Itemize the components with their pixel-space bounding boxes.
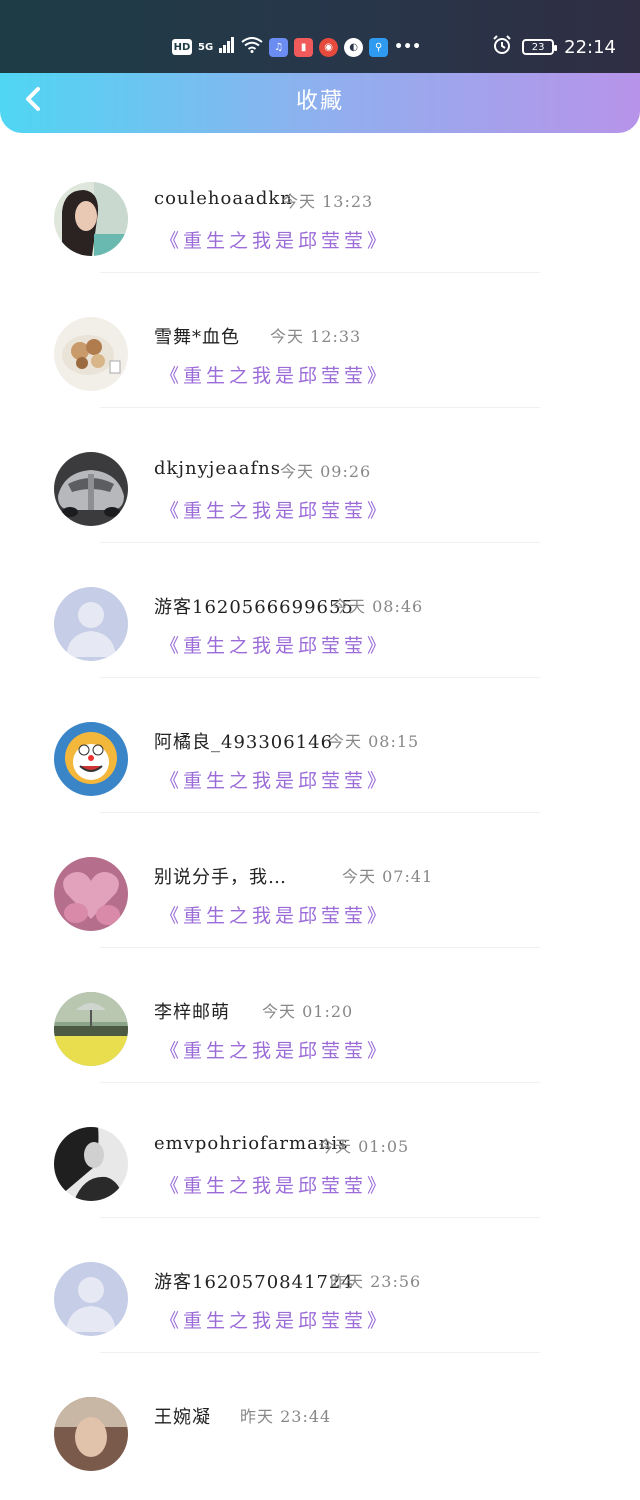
favorite-time: 今天 09:26 [280,462,372,481]
divider [100,272,540,273]
status-right: 23 22:14 [492,35,616,59]
wifi-icon [241,37,263,57]
user-name: dkjnyjeaafns [154,458,281,479]
avatar[interactable] [54,452,128,526]
hd-icon: HD [172,39,192,55]
list-item[interactable]: dkjnyjeaafns 今天 09:26 《重生之我是邱莹莹》 [0,420,640,555]
book-title-link[interactable]: 《重生之我是邱莹莹》 [160,766,390,793]
book-title-link[interactable]: 《重生之我是邱莹莹》 [160,226,390,253]
favorite-time: 今天 13:23 [282,192,374,211]
page-title: 收藏 [295,89,344,114]
list-item[interactable]: 别说分手，我… 今天 07:41 《重生之我是邱莹莹》 [0,825,640,960]
favorite-time: 今天 01:20 [262,1002,354,1021]
user-name: 游客1620566699655 [154,597,354,618]
list-item[interactable]: 雪舞*血色 今天 12:33 《重生之我是邱莹莹》 [0,285,640,420]
divider [100,1352,540,1353]
book-icon: ▮ [294,37,314,57]
network-type: 5G [198,41,214,53]
divider [100,812,540,813]
divider [100,677,540,678]
list-item[interactable]: 阿橘良_493306146 今天 08:15 《重生之我是邱莹莹》 [0,690,640,825]
avatar[interactable] [54,1127,128,1201]
user-name: 别说分手，我… [154,867,287,888]
divider [100,1217,540,1218]
nav-bar: 收藏 [0,73,640,133]
list-item[interactable]: 游客1620570841724 昨天 23:56 《重生之我是邱莹莹》 [0,1230,640,1365]
status-bar: HD 5G ♫ ▮ ◉ ◐ ⚲ ••• 23 22:14 [0,0,640,73]
book-title-link[interactable]: 《重生之我是邱莹莹》 [160,1171,390,1198]
divider [100,947,540,948]
book-title-link[interactable]: 《重生之我是邱莹莹》 [160,1036,390,1063]
favorite-time: 今天 08:15 [328,732,420,751]
user-name: 李梓邮萌 [154,1002,230,1023]
browser-icon: ◐ [344,37,364,57]
avatar[interactable] [54,992,128,1066]
avatar[interactable] [54,317,128,391]
user-name: 游客1620570841724 [154,1272,354,1293]
favorite-time: 今天 12:33 [270,327,362,346]
divider [100,1082,540,1083]
avatar[interactable] [54,722,128,796]
divider [100,407,540,408]
favorite-time: 今天 08:46 [332,597,424,616]
list-item[interactable]: 王婉凝 昨天 23:44 [0,1365,640,1500]
user-name: 雪舞*血色 [154,327,240,348]
favorites-list: coulehoaadkn 今天 13:23 《重生之我是邱莹莹》 雪舞*血色 今… [0,150,640,1500]
battery-icon: 23 [522,39,558,55]
list-item[interactable]: emvpohriofarmanis 今天 01:05 《重生之我是邱莹莹》 [0,1095,640,1230]
avatar[interactable] [54,1262,128,1336]
avatar[interactable] [54,587,128,661]
alarm-icon [492,35,512,59]
avatar[interactable] [54,1397,128,1471]
list-item[interactable]: 游客1620566699655 今天 08:46 《重生之我是邱莹莹》 [0,555,640,690]
list-item[interactable]: 李梓邮萌 今天 01:20 《重生之我是邱莹莹》 [0,960,640,1095]
list-item[interactable]: coulehoaadkn 今天 13:23 《重生之我是邱莹莹》 [0,150,640,285]
favorite-time: 今天 07:41 [342,867,434,886]
status-icons: HD 5G ♫ ▮ ◉ ◐ ⚲ ••• [172,36,421,58]
book-title-link[interactable]: 《重生之我是邱莹莹》 [160,361,390,388]
avatar[interactable] [54,182,128,256]
avatar[interactable] [54,857,128,931]
user-name: 阿橘良_493306146 [154,732,334,753]
divider [100,542,540,543]
search-app-icon: ⚲ [369,37,389,57]
book-title-link[interactable]: 《重生之我是邱莹莹》 [160,1306,390,1333]
status-time: 22:14 [564,36,616,58]
weibo-icon: ◉ [319,37,339,57]
book-title-link[interactable]: 《重生之我是邱莹莹》 [160,496,390,523]
favorite-time: 今天 01:05 [318,1137,410,1156]
user-name: coulehoaadkn [154,188,293,209]
book-title-link[interactable]: 《重生之我是邱莹莹》 [160,631,390,658]
favorite-time: 昨天 23:44 [240,1407,332,1426]
more-notifications-icon: ••• [394,39,422,55]
signal-icon [219,37,235,57]
favorite-time: 昨天 23:56 [330,1272,422,1291]
book-title-link[interactable]: 《重生之我是邱莹莹》 [160,901,390,928]
music-icon: ♫ [269,37,289,57]
user-name: 王婉凝 [154,1407,211,1428]
